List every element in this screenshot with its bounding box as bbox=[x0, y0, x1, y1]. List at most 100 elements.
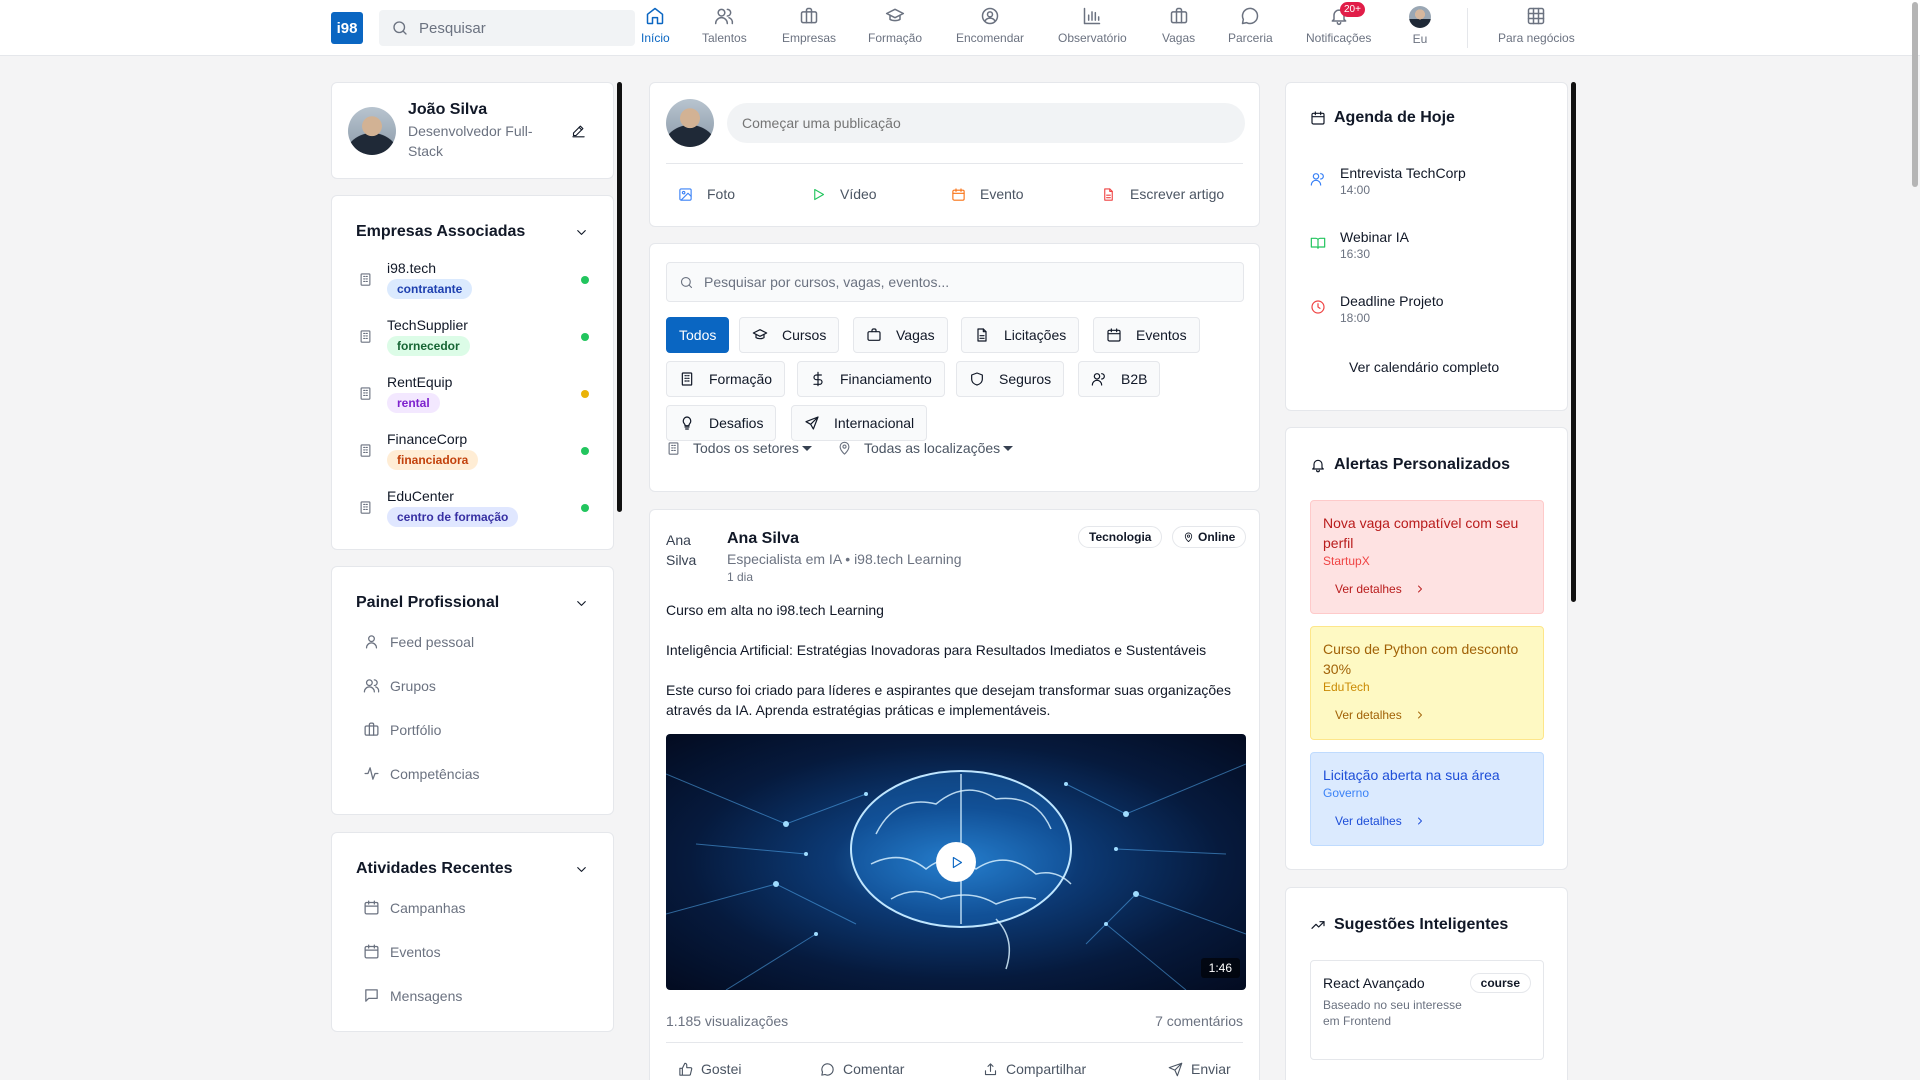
content-search-input[interactable] bbox=[704, 274, 1224, 290]
action-label: Vídeo bbox=[840, 186, 877, 202]
alert-details-link[interactable]: Ver detalhes bbox=[1335, 582, 1531, 596]
nav-inicio[interactable]: Início bbox=[641, 6, 670, 52]
write-article-button[interactable]: Escrever artigo bbox=[1101, 186, 1224, 202]
post-text-line: Este curso foi criado para líderes e asp… bbox=[666, 682, 1231, 718]
users-icon bbox=[1091, 373, 1105, 386]
post-author[interactable]: Ana Silva bbox=[727, 530, 961, 548]
company-item[interactable]: i98.tech contratante bbox=[356, 260, 589, 299]
alert-details-link[interactable]: Ver detalhes bbox=[1335, 708, 1531, 722]
users-icon bbox=[715, 8, 734, 25]
panel-header[interactable]: Painel Profissional bbox=[356, 594, 589, 612]
right-scrollbar[interactable] bbox=[1571, 82, 1576, 602]
video-player[interactable]: 1:46 bbox=[666, 734, 1246, 990]
share-button[interactable]: Compartilhar bbox=[983, 1061, 1086, 1077]
comments-count[interactable]: 7 comentários bbox=[1155, 1013, 1243, 1029]
caret-down-icon bbox=[801, 445, 812, 451]
chip-licitacoes[interactable]: Licitações bbox=[961, 317, 1080, 353]
like-button[interactable]: Gostei bbox=[678, 1061, 741, 1077]
chip-desafios[interactable]: Desafios bbox=[666, 405, 777, 441]
activities-header[interactable]: Atividades Recentes bbox=[356, 860, 589, 878]
alert-item-tender[interactable]: Licitação aberta na sua área Governo Ver… bbox=[1310, 752, 1544, 846]
map-pin-icon bbox=[1184, 532, 1193, 542]
menu-item-mensagens[interactable]: Mensagens bbox=[363, 987, 462, 1004]
menu-item-feed-pessoal[interactable]: Feed pessoal bbox=[363, 633, 474, 650]
chevron-down-icon[interactable] bbox=[574, 225, 589, 240]
building-icon bbox=[360, 387, 371, 400]
suggestion-item[interactable]: React Avançado course Baseado no seu int… bbox=[1310, 960, 1544, 1060]
category-label: Tecnologia bbox=[1089, 530, 1152, 544]
chip-todos[interactable]: Todos bbox=[666, 317, 730, 353]
agenda-item[interactable]: Webinar IA 16:30 bbox=[1310, 229, 1409, 261]
status-dot bbox=[581, 503, 589, 512]
company-item[interactable]: EduCenter centro de formação bbox=[356, 488, 589, 527]
nav-notificacoes[interactable]: 20+ Notificações bbox=[1306, 2, 1371, 52]
alert-details-link[interactable]: Ver detalhes bbox=[1335, 814, 1531, 828]
global-search-input[interactable] bbox=[419, 19, 619, 37]
status-dot bbox=[581, 389, 589, 398]
event-button[interactable]: Evento bbox=[951, 186, 1024, 202]
action-label: Comentar bbox=[843, 1061, 905, 1077]
chip-vagas[interactable]: Vagas bbox=[853, 317, 948, 353]
chevron-down-icon[interactable] bbox=[574, 596, 589, 611]
nav-talentos[interactable]: Talentos bbox=[702, 6, 747, 52]
nav-parceria[interactable]: Parceria bbox=[1228, 6, 1273, 52]
mode-label: Online bbox=[1198, 530, 1236, 544]
start-post-input[interactable] bbox=[727, 103, 1245, 143]
company-name: EduCenter bbox=[387, 488, 454, 504]
menu-item-competencias[interactable]: Competências bbox=[363, 765, 480, 782]
sector-dropdown[interactable]: Todos os setores bbox=[666, 440, 812, 456]
nav-para-negocios[interactable]: Para negócios bbox=[1498, 6, 1575, 52]
global-search[interactable] bbox=[379, 10, 635, 46]
chip-eventos[interactable]: Eventos bbox=[1093, 317, 1200, 353]
chip-cursos[interactable]: Cursos bbox=[739, 317, 840, 353]
logo[interactable]: i98 bbox=[331, 12, 363, 44]
clock-icon bbox=[1311, 300, 1325, 314]
chip-financiamento[interactable]: Financiamento bbox=[797, 361, 945, 397]
alert-item-course[interactable]: Curso de Python com desconto 30% EduTech… bbox=[1310, 626, 1544, 740]
video-button[interactable]: Vídeo bbox=[811, 186, 877, 202]
company-item[interactable]: RentEquip rental bbox=[356, 374, 589, 413]
chip-b2b[interactable]: B2B bbox=[1078, 361, 1161, 397]
suggestion-title: React Avançado bbox=[1323, 975, 1425, 991]
content-search[interactable] bbox=[666, 262, 1244, 302]
activity-icon bbox=[364, 767, 379, 780]
menu-item-campanhas[interactable]: Campanhas bbox=[363, 899, 466, 916]
chevron-down-icon[interactable] bbox=[574, 862, 589, 877]
chip-seguros[interactable]: Seguros bbox=[956, 361, 1065, 397]
left-scrollbar[interactable] bbox=[617, 82, 622, 512]
chip-label: Formação bbox=[709, 371, 773, 387]
nav-encomendar[interactable]: Encomendar bbox=[956, 6, 1024, 52]
page-scrollbar[interactable] bbox=[1912, 2, 1918, 187]
view-full-calendar-link[interactable]: Ver calendário completo bbox=[1349, 359, 1499, 375]
agenda-item[interactable]: Entrevista TechCorp 14:00 bbox=[1310, 165, 1466, 197]
nav-eu[interactable]: Eu bbox=[1409, 6, 1431, 52]
play-button[interactable] bbox=[936, 842, 976, 882]
alert-item-job[interactable]: Nova vaga compatível com seu perfil Star… bbox=[1310, 500, 1544, 614]
avatar[interactable] bbox=[348, 107, 396, 155]
nav-empresas[interactable]: Empresas bbox=[782, 6, 836, 52]
chip-formacao[interactable]: Formação bbox=[666, 361, 786, 397]
author-avatar[interactable]: Ana Silva bbox=[666, 530, 710, 574]
location-dropdown[interactable]: Todas as localizações bbox=[837, 440, 1014, 456]
sector-value: Todos os setores bbox=[693, 440, 799, 456]
building-icon bbox=[360, 501, 371, 514]
nav-formacao[interactable]: Formação bbox=[868, 6, 922, 52]
nav-observatorio[interactable]: Observatório bbox=[1058, 6, 1127, 52]
photo-button[interactable]: Foto bbox=[678, 186, 735, 202]
menu-item-portfolio[interactable]: Portfólio bbox=[363, 721, 441, 738]
grid-icon bbox=[1528, 7, 1545, 25]
profile-name[interactable]: João Silva bbox=[408, 101, 558, 119]
menu-item-grupos[interactable]: Grupos bbox=[363, 677, 436, 694]
send-button[interactable]: Enviar bbox=[1168, 1061, 1231, 1077]
agenda-card: Agenda de Hoje Entrevista TechCorp 14:00 … bbox=[1285, 82, 1568, 411]
chip-internacional[interactable]: Internacional bbox=[791, 405, 928, 441]
menu-item-eventos[interactable]: Eventos bbox=[363, 943, 441, 960]
comment-button[interactable]: Comentar bbox=[820, 1061, 904, 1077]
nav-label: Início bbox=[641, 31, 670, 45]
company-item[interactable]: FinanceCorp financiadora bbox=[356, 431, 589, 470]
company-item[interactable]: TechSupplier fornecedor bbox=[356, 317, 589, 356]
agenda-item[interactable]: Deadline Projeto 18:00 bbox=[1310, 293, 1444, 325]
edit-icon[interactable] bbox=[571, 123, 586, 138]
nav-vagas[interactable]: Vagas bbox=[1162, 6, 1195, 52]
companies-header[interactable]: Empresas Associadas bbox=[356, 223, 589, 241]
